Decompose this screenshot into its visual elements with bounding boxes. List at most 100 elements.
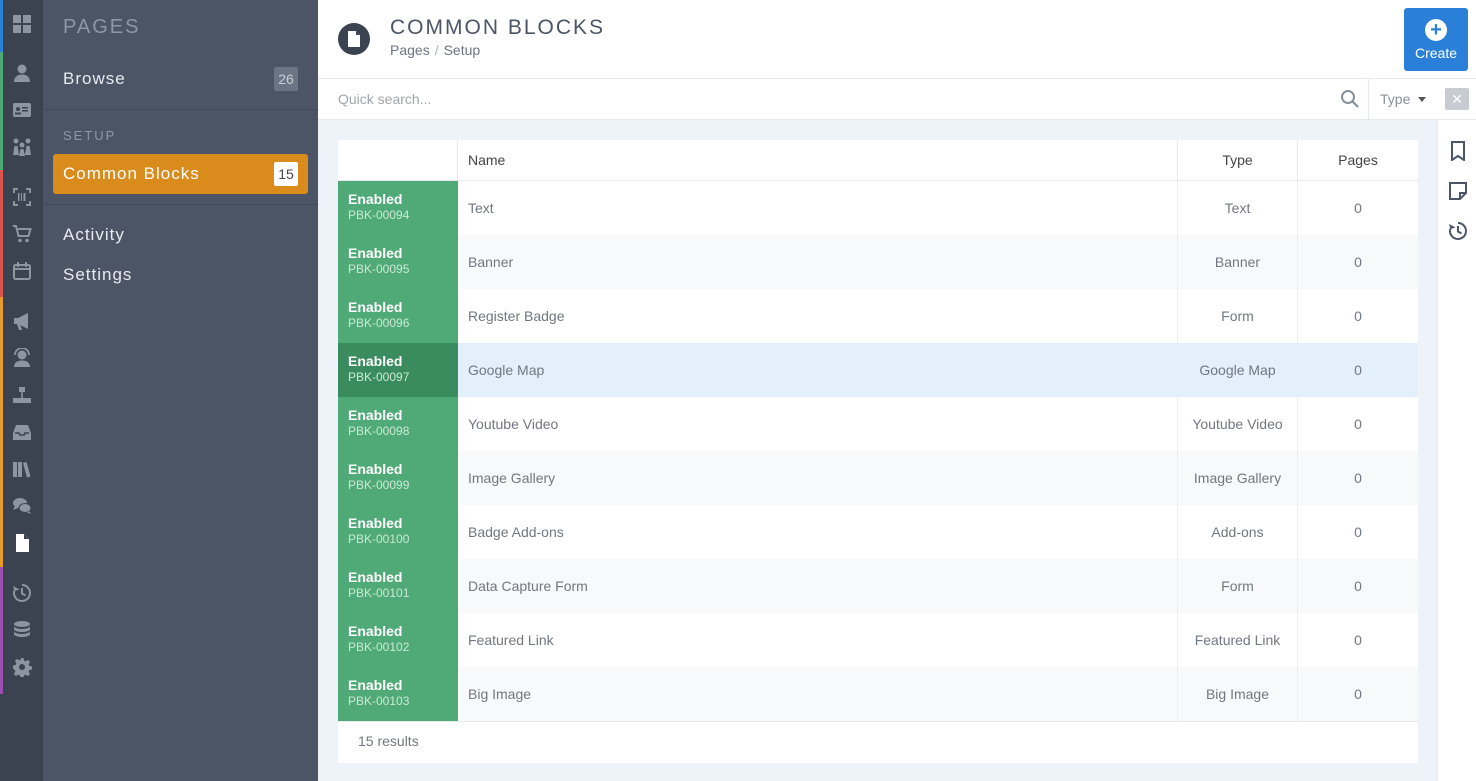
name-cell: Image Gallery — [458, 451, 1178, 505]
type-cell: Text — [1178, 181, 1298, 235]
breadcrumb-link-pages[interactable]: Pages — [390, 42, 430, 58]
sidebar-item-label: Settings — [63, 265, 133, 284]
name-cell: Data Capture Form — [458, 559, 1178, 613]
sidebar-item-common-blocks[interactable]: Common Blocks 15 — [53, 154, 308, 194]
pages-cell: 0 — [1354, 524, 1362, 540]
status-cell: Enabled PBK-00094 — [338, 181, 458, 235]
database-icon[interactable] — [11, 619, 33, 641]
type-cell: Big Image — [1178, 667, 1298, 721]
name-cell: Youtube Video — [458, 397, 1178, 451]
breadcrumb-current[interactable]: Setup — [444, 42, 481, 58]
user-icon[interactable] — [11, 62, 33, 84]
type-cell: Youtube Video — [1178, 397, 1298, 451]
breadcrumb-separator: / — [434, 42, 439, 58]
table-row[interactable]: Enabled PBK-00098 Youtube Video Youtube V… — [338, 397, 1418, 451]
name-cell: Register Badge — [458, 289, 1178, 343]
table-row[interactable]: Enabled PBK-00096 Register Badge Form 0 — [338, 289, 1418, 343]
table-row[interactable]: Enabled PBK-00103 Big Image Big Image 0 — [338, 667, 1418, 721]
cart-icon[interactable] — [11, 223, 33, 245]
table-row[interactable]: Enabled PBK-00101 Data Capture Form Form … — [338, 559, 1418, 613]
history-icon[interactable] — [11, 582, 33, 604]
sidebar-item-settings[interactable]: Settings — [53, 255, 308, 295]
status-cell: Enabled PBK-00103 — [338, 667, 458, 721]
library-icon[interactable] — [11, 458, 33, 480]
column-header-pages[interactable]: Pages — [1298, 140, 1418, 181]
history-icon[interactable] — [1448, 220, 1468, 242]
status-cell: Enabled PBK-00097 — [338, 343, 458, 397]
column-header-status — [338, 140, 458, 181]
search-input[interactable] — [318, 79, 1368, 119]
sidebar-item-label: Activity — [63, 225, 125, 244]
count-badge: 26 — [274, 67, 298, 91]
status-badge: Enabled — [348, 461, 403, 477]
chevron-down-icon — [1418, 96, 1427, 102]
rail-stripe — [0, 170, 3, 297]
status-badge: Enabled — [348, 245, 403, 261]
status-badge: Enabled — [348, 677, 403, 693]
type-cell: Add-ons — [1178, 505, 1298, 559]
type-cell: Form — [1178, 559, 1298, 613]
create-button[interactable]: + Create — [1404, 8, 1468, 71]
column-header-name[interactable]: Name — [458, 140, 1178, 181]
pages-icon[interactable] — [11, 532, 33, 554]
type-cell: Image Gallery — [1178, 451, 1298, 505]
divider — [338, 721, 1418, 722]
sidebar-item-label: Browse — [63, 69, 126, 88]
hierarchy-icon[interactable] — [11, 384, 33, 406]
chat-icon[interactable] — [11, 495, 33, 517]
block-code: PBK-00103 — [348, 694, 410, 708]
results-count: 15 results — [358, 733, 419, 749]
table-row[interactable]: Enabled PBK-00100 Badge Add-ons Add-ons 0 — [338, 505, 1418, 559]
status-cell: Enabled PBK-00098 — [338, 397, 458, 451]
table-row[interactable]: Enabled PBK-00097 Google Map Google Map 0 — [338, 343, 1418, 397]
clear-filter-button[interactable]: ✕ — [1445, 88, 1469, 110]
app-rail — [0, 0, 43, 781]
table-row[interactable]: Enabled PBK-00099 Image Gallery Image Gal… — [338, 451, 1418, 505]
block-code: PBK-00101 — [348, 586, 410, 600]
plus-icon: + — [1425, 18, 1447, 41]
table-body: Enabled PBK-00094 Text Text 0 Enabled PBK-… — [338, 181, 1418, 721]
barcode-scan-icon[interactable] — [11, 186, 33, 208]
status-cell: Enabled PBK-00100 — [338, 505, 458, 559]
table-row[interactable]: Enabled PBK-00094 Text Text 0 — [338, 181, 1418, 235]
support-agent-icon[interactable] — [11, 347, 33, 369]
status-badge: Enabled — [348, 569, 403, 585]
block-code: PBK-00095 — [348, 262, 410, 276]
page-icon — [338, 23, 370, 55]
type-cell: Google Map — [1178, 343, 1298, 397]
bookmark-icon[interactable] — [1448, 140, 1468, 162]
table-row[interactable]: Enabled PBK-00102 Featured Link Featured … — [338, 613, 1418, 667]
pages-cell: 0 — [1354, 470, 1362, 486]
pages-cell: 0 — [1354, 578, 1362, 594]
rail-stripe — [0, 297, 3, 567]
common-blocks-table: Name Type Pages Enabled PBK-00094 Text Te… — [338, 140, 1418, 763]
gear-icon[interactable] — [11, 656, 33, 678]
status-badge: Enabled — [348, 353, 403, 369]
contacts-icon[interactable] — [11, 99, 33, 121]
breadcrumb: Pages / Setup — [390, 42, 480, 58]
note-icon[interactable] — [1448, 180, 1468, 202]
name-cell: Banner — [458, 235, 1178, 289]
right-toolbar — [1437, 120, 1476, 781]
search-bar: Type ✕ — [318, 79, 1476, 120]
status-badge: Enabled — [348, 515, 403, 531]
calendar-icon[interactable] — [11, 260, 33, 282]
count-badge: 15 — [274, 162, 298, 186]
type-filter-dropdown[interactable]: Type — [1368, 79, 1437, 119]
dashboard-icon[interactable] — [11, 13, 33, 35]
search-icon[interactable] — [1340, 89, 1360, 109]
table-row[interactable]: Enabled PBK-00095 Banner Banner 0 — [338, 235, 1418, 289]
sidebar-item-browse[interactable]: Browse 26 — [53, 59, 308, 99]
sidebar-title: PAGES — [63, 16, 141, 38]
status-badge: Enabled — [348, 191, 403, 207]
column-header-type[interactable]: Type — [1178, 140, 1298, 181]
create-label: Create — [1414, 44, 1458, 61]
status-badge: Enabled — [348, 299, 403, 315]
sidebar-item-activity[interactable]: Activity — [53, 215, 308, 255]
type-cell: Banner — [1178, 235, 1298, 289]
groups-icon[interactable] — [11, 136, 33, 158]
megaphone-icon[interactable] — [11, 310, 33, 332]
inbox-icon[interactable] — [11, 421, 33, 443]
pages-cell: 0 — [1354, 200, 1362, 216]
name-cell: Big Image — [458, 667, 1178, 721]
